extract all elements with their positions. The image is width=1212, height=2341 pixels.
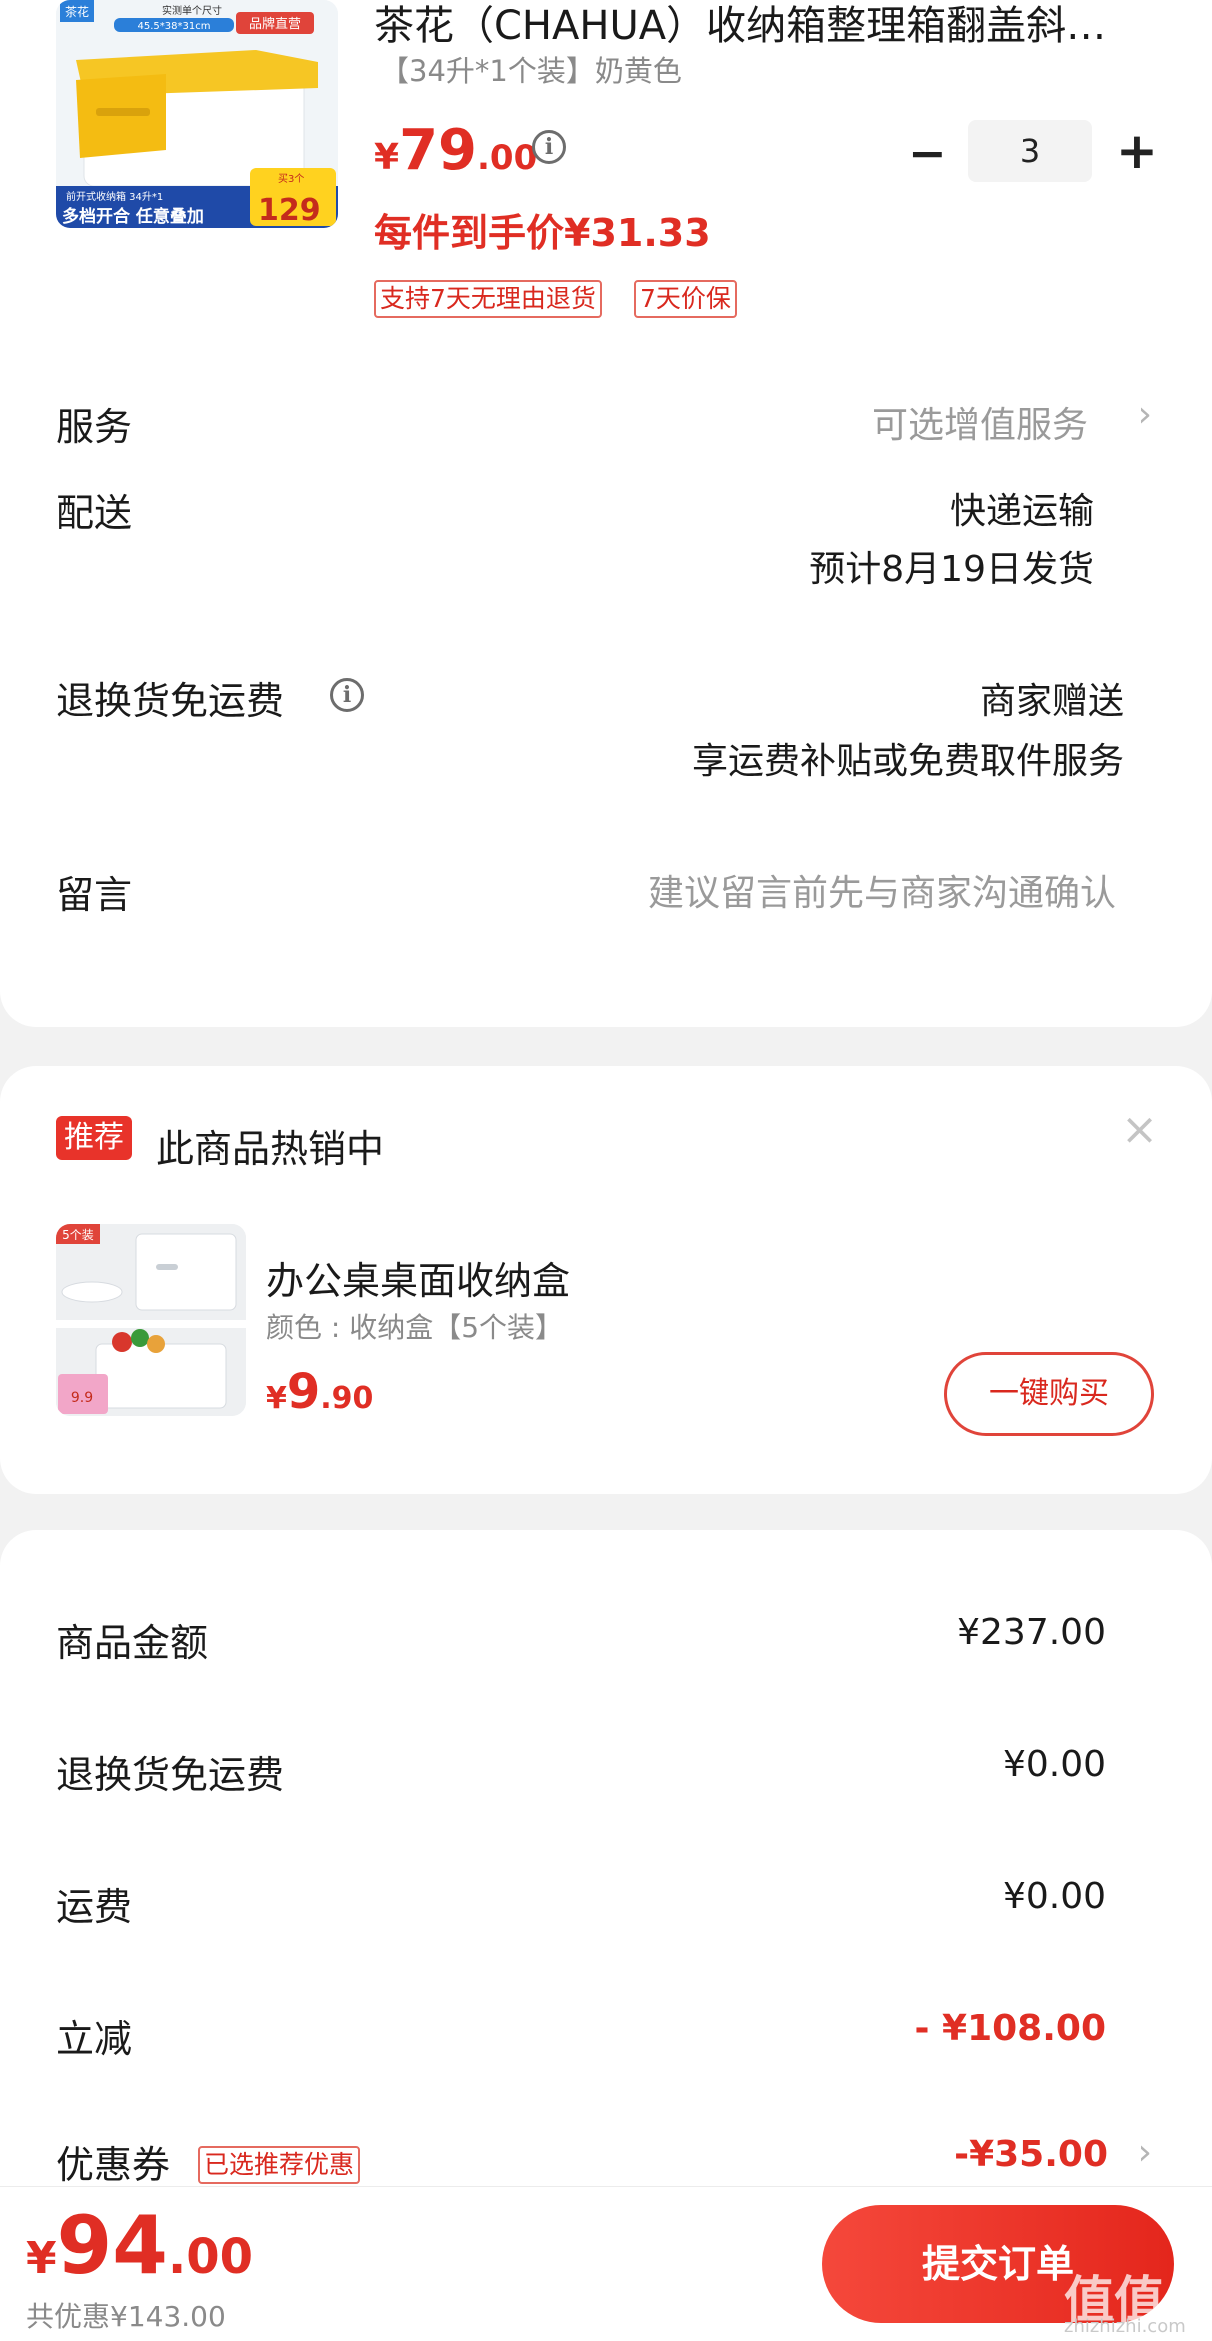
shipping-fee-label: 运费 — [56, 1885, 133, 1929]
info-icon[interactable]: i — [532, 130, 566, 164]
service-label: 服务 — [56, 405, 133, 449]
hand-price-label: 每件到手价¥31.33 — [374, 211, 711, 255]
note-input[interactable]: 建议留言前先与商家沟通确认 — [648, 864, 1116, 916]
delivery-eta: 预计8月19日发货 — [809, 549, 1094, 590]
coupon-selected-tag: 已选推荐优惠 — [198, 2146, 361, 2184]
close-icon[interactable]: × — [1121, 1104, 1158, 1155]
one-click-buy-button[interactable]: 一键购买 — [944, 1352, 1154, 1436]
total-saved: 共优惠¥143.00 — [26, 2300, 226, 2333]
recommend-card: 推荐 此商品热销中 × 5个装 9.9 办公桌桌面收纳盒 颜色 : 收纳盒【5个… — [0, 1066, 1212, 1494]
info-icon[interactable]: i — [330, 678, 364, 712]
delivery-label: 配送 — [56, 491, 133, 535]
note-label: 留言 — [56, 873, 133, 917]
product-image[interactable]: 茶花 实测单个尺寸 45.5*38*31cm 品牌直营 前开式收纳箱 34升*1… — [56, 0, 338, 228]
product-title[interactable]: 茶花（CHAHUA）收纳箱整理箱翻盖斜… — [374, 2, 1144, 50]
shipping-fee-value: ¥0.00 — [1002, 1876, 1106, 1917]
svg-text:45.5*38*31cm: 45.5*38*31cm — [138, 21, 211, 32]
product-sku[interactable]: 【34升*1个装】奶黄色 — [380, 48, 682, 90]
price-protect-tag: 7天价保 — [634, 280, 737, 318]
quantity-minus-button[interactable]: − — [908, 126, 947, 180]
product-price: ¥79.00 — [374, 118, 538, 183]
watermark-url: zhizhizhi.com — [1064, 2316, 1186, 2337]
svg-text:多档开合 任意叠加: 多档开合 任意叠加 — [62, 206, 204, 227]
goods-amount-value: ¥237.00 — [957, 1612, 1106, 1653]
goods-amount-label: 商品金额 — [56, 1621, 209, 1665]
instant-discount-value: - ¥108.00 — [914, 2008, 1106, 2049]
instant-discount-label: 立减 — [56, 2017, 133, 2061]
return-policy-tag: 支持7天无理由退货 — [374, 280, 602, 318]
return-shipping-label: 退换货免运费 — [56, 679, 285, 723]
recommend-product-price: ¥9.90 — [266, 1364, 374, 1420]
recommend-title: 此商品热销中 — [156, 1127, 385, 1171]
order-card: 茶花 实测单个尺寸 45.5*38*31cm 品牌直营 前开式收纳箱 34升*1… — [0, 0, 1212, 1027]
svg-text:品牌直营: 品牌直营 — [249, 16, 301, 32]
recommend-product-name[interactable]: 办公桌桌面收纳盒 — [266, 1250, 570, 1305]
chevron-right-icon[interactable]: › — [1138, 2132, 1152, 2173]
svg-text:买3个: 买3个 — [278, 173, 304, 185]
return-shipping-fee-label: 退换货免运费 — [56, 1753, 285, 1797]
storage-box-picture: 茶花 实测单个尺寸 45.5*38*31cm 品牌直营 前开式收纳箱 34升*1… — [56, 0, 338, 228]
quantity-plus-button[interactable]: + — [1116, 122, 1158, 180]
recommend-product-spec: 颜色 : 收纳盒【5个装】 — [266, 1311, 564, 1344]
svg-text:129: 129 — [258, 193, 321, 228]
service-option[interactable]: 可选增值服务 — [872, 396, 1088, 448]
storage-bins-picture: 5个装 9.9 — [56, 1224, 246, 1416]
return-shipping-fee-value: ¥0.00 — [1002, 1744, 1106, 1785]
return-shipping-value: 商家赠送 — [979, 681, 1124, 722]
coupon-value[interactable]: -¥35.00 — [954, 2134, 1108, 2175]
svg-text:前开式收纳箱 34升*1: 前开式收纳箱 34升*1 — [66, 190, 163, 203]
chevron-right-icon[interactable]: › — [1138, 394, 1152, 435]
checkout-bar: ¥94.00 共优惠¥143.00 提交订单 — [0, 2186, 1212, 2341]
quantity-input[interactable]: 3 — [968, 120, 1092, 182]
recommend-badge: 推荐 — [56, 1116, 132, 1160]
coupon-label[interactable]: 优惠券 — [56, 2134, 170, 2189]
brand-text: 茶花 — [65, 4, 89, 19]
svg-text:9.9: 9.9 — [71, 1390, 93, 1406]
svg-text:5个装: 5个装 — [62, 1228, 94, 1242]
recommend-product-image[interactable]: 5个装 9.9 — [56, 1224, 246, 1416]
total-price: ¥94.00 — [26, 2199, 253, 2292]
delivery-method[interactable]: 快递运输 — [950, 482, 1094, 534]
svg-text:实测单个尺寸: 实测单个尺寸 — [162, 4, 222, 17]
return-shipping-desc: 享运费补贴或免费取件服务 — [691, 741, 1124, 782]
